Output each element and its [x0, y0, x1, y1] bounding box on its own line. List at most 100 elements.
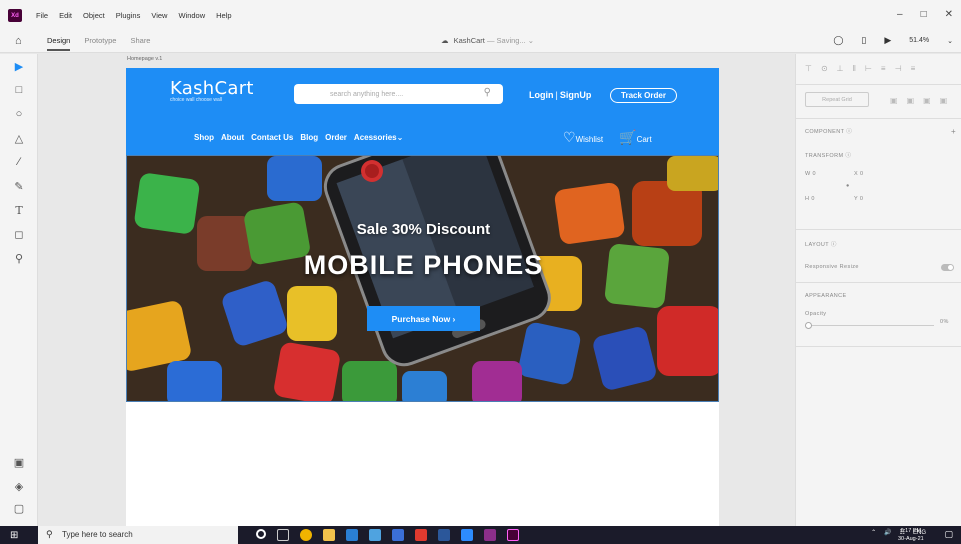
rectangle-icon[interactable]: □	[0, 84, 38, 96]
site-logo[interactable]: KashCart choice wall choose wall	[170, 78, 254, 103]
vscode-icon[interactable]	[346, 529, 358, 541]
track-order-button[interactable]: Track Order	[610, 88, 677, 103]
menu-help[interactable]: Help	[216, 11, 231, 20]
menu-file[interactable]: File	[36, 11, 48, 20]
width-field[interactable]: W 0	[805, 171, 816, 177]
artboard-icon[interactable]: ◻	[0, 228, 38, 241]
minimize-button[interactable]: –	[897, 9, 903, 20]
menu-edit[interactable]: Edit	[59, 11, 72, 20]
home-icon[interactable]: ⌂	[15, 35, 22, 47]
nav-accessories[interactable]: Acessories⌄	[354, 133, 403, 142]
windows-start-icon[interactable]: ⊞	[10, 530, 18, 541]
chevron-up-icon[interactable]: ⌃	[871, 529, 876, 536]
wishlist-link[interactable]: ♡Wishlist	[563, 129, 603, 146]
distribute-icon[interactable]: ‖	[853, 64, 856, 73]
opacity-value[interactable]: 0%	[940, 319, 949, 325]
boolean-exclude-icon[interactable]: ▣	[940, 96, 948, 105]
word-icon[interactable]	[438, 529, 450, 541]
menu-plugins[interactable]: Plugins	[116, 11, 141, 20]
taskbar-search-text: Type here to search	[62, 530, 133, 539]
file-explorer-icon[interactable]	[323, 529, 335, 541]
select-icon[interactable]: ▶	[0, 60, 38, 73]
zoom-dropdown-icon[interactable]: ⌄	[947, 37, 953, 45]
winrar-icon[interactable]	[484, 529, 496, 541]
plugins-icon[interactable]: ▢	[0, 502, 38, 515]
zoom-app-icon[interactable]	[461, 529, 473, 541]
hero-title: MOBILE PHONES	[303, 250, 544, 280]
align-top-icon[interactable]: ⊤	[805, 64, 812, 73]
hero-banner[interactable]: Sale 30% Discount MOBILE PHONES Purchase…	[126, 155, 719, 402]
photos-icon[interactable]	[369, 529, 381, 541]
repeat-grid-button[interactable]: Repeat Grid	[805, 92, 869, 107]
nav-blog[interactable]: Blog	[300, 133, 318, 142]
cart-link[interactable]: 🛒Cart	[619, 129, 652, 146]
device-preview-icon[interactable]: ▯	[861, 35, 866, 46]
pen-icon[interactable]: ✎	[0, 180, 38, 193]
y-label: Y	[854, 196, 858, 202]
site-search-input[interactable]: search anything here.... ⚲	[294, 84, 503, 104]
sourcetree-icon[interactable]	[392, 529, 404, 541]
tab-prototype[interactable]: Prototype	[84, 36, 116, 45]
design-canvas[interactable]: Homepage v.1 KashCart choice wall choose…	[39, 54, 794, 526]
nav-about[interactable]: About	[221, 133, 244, 142]
zoom-level[interactable]: 51.4%	[909, 37, 929, 44]
taskbar-search[interactable]: ⚲ Type here to search	[38, 526, 238, 544]
purchase-now-button[interactable]: Purchase Now ›	[367, 306, 480, 331]
text-icon[interactable]: T	[0, 204, 38, 217]
add-component-button[interactable]: +	[951, 127, 956, 136]
play-icon[interactable]: ▶	[884, 35, 891, 46]
x-field[interactable]: X 0	[854, 171, 863, 177]
document-title[interactable]: ☁ KashCart — Saving... ⌄	[441, 36, 534, 45]
maximize-button[interactable]: □	[921, 9, 927, 20]
y-field[interactable]: Y 0	[854, 196, 863, 202]
artboard-homepage[interactable]: KashCart choice wall choose wall search …	[126, 68, 719, 526]
align-right-icon[interactable]: ⊣	[895, 64, 902, 73]
boolean-intersect-icon[interactable]: ▣	[923, 96, 931, 105]
responsive-resize-toggle[interactable]	[941, 264, 954, 271]
opacity-slider-track[interactable]	[808, 325, 934, 326]
align-bottom-icon[interactable]: ⊥	[837, 64, 844, 73]
assets-icon[interactable]: ▣	[0, 456, 38, 469]
volume-icon[interactable]: 🔊	[884, 529, 891, 536]
height-field[interactable]: H 0	[805, 196, 815, 202]
align-left-icon[interactable]: ⊢	[865, 64, 872, 73]
distribute-horizontal-icon[interactable]: ≡	[911, 64, 916, 73]
search-icon[interactable]: ⚲	[484, 87, 491, 98]
lock-aspect-icon[interactable]: ●	[846, 183, 850, 189]
artboard-label[interactable]: Homepage v.1	[127, 56, 162, 62]
login-link[interactable]: Login	[529, 90, 554, 100]
boolean-subtract-icon[interactable]: ▣	[907, 96, 915, 105]
tab-share[interactable]: Share	[130, 36, 150, 45]
xd-app-icon[interactable]	[507, 529, 519, 541]
align-middle-icon[interactable]: ⊙	[821, 64, 828, 73]
taskbar-clock[interactable]: 6:17 PM 30-Aug-21	[898, 527, 924, 543]
close-button[interactable]: ✕	[945, 9, 953, 20]
zoom-icon[interactable]: ⚲	[0, 252, 38, 265]
nav-order[interactable]: Order	[325, 133, 347, 142]
signup-link[interactable]: SignUp	[560, 90, 592, 100]
notification-icon[interactable]: ▢	[944, 529, 953, 540]
menu-object[interactable]: Object	[83, 11, 105, 20]
acrobat-icon[interactable]	[415, 529, 427, 541]
boolean-add-icon[interactable]: ▣	[890, 96, 898, 105]
menu-window[interactable]: Window	[178, 11, 205, 20]
line-icon[interactable]: ∕	[0, 156, 38, 168]
align-center-icon[interactable]: ≡	[881, 64, 886, 73]
task-view-icon[interactable]	[277, 529, 289, 541]
opacity-label: Opacity	[805, 311, 827, 317]
panel-divider	[796, 118, 961, 119]
menu-view[interactable]: View	[151, 11, 167, 20]
chrome-icon[interactable]	[300, 529, 312, 541]
layers-icon[interactable]: ◈	[0, 480, 38, 493]
nav-shop[interactable]: Shop	[194, 133, 214, 142]
ellipse-icon[interactable]: ○	[0, 108, 38, 120]
search-placeholder: search anything here....	[330, 90, 404, 98]
x-value: 0	[860, 171, 864, 177]
polygon-icon[interactable]: △	[0, 132, 38, 145]
tab-design[interactable]: Design	[47, 36, 71, 51]
nav-contact[interactable]: Contact Us	[251, 133, 293, 142]
cortana-icon[interactable]	[256, 529, 266, 539]
user-icon[interactable]: ◯	[833, 35, 843, 46]
opacity-slider-handle[interactable]	[805, 322, 812, 329]
appearance-label: APPEARANCE	[805, 293, 847, 299]
